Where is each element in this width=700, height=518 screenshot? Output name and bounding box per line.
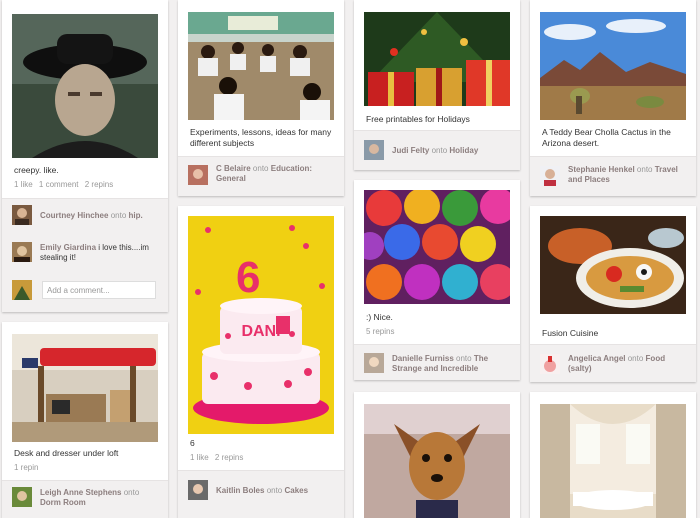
pin-card[interactable]: creepy. like. 1 like 1 comment 2 repins … <box>2 0 168 312</box>
classroom-photo <box>188 12 334 120</box>
onto-label: onto <box>431 146 448 155</box>
pin-image[interactable] <box>12 14 158 158</box>
commenter-name[interactable]: Emily Giardina <box>40 243 96 252</box>
pin-attribution: Courtney Hinchee onto hip. Emily Giardin… <box>2 198 168 312</box>
puppy-photo <box>364 404 510 518</box>
user-name[interactable]: Angelica Angel <box>568 354 626 363</box>
board-name[interactable]: Holiday <box>449 146 478 155</box>
desert-cactus-photo <box>540 12 686 120</box>
pin-description: Fusion Cuisine <box>542 328 599 338</box>
pin-stats: 1 like 1 comment 2 repins <box>14 180 117 189</box>
user-avatar[interactable] <box>364 353 384 373</box>
pin-attribution: Danielle Furniss onto The Strange and In… <box>354 344 520 380</box>
pin-image[interactable] <box>188 12 334 120</box>
cake-name: DANI <box>241 323 280 340</box>
user-name[interactable]: Judi Felty <box>392 146 429 155</box>
onto-label: onto <box>627 354 644 363</box>
user-avatar[interactable] <box>540 166 560 186</box>
pin-card[interactable]: Desk and dresser under loft 1 repin Leig… <box>2 322 168 518</box>
birthday-cake-photo: 6 DANI <box>188 216 334 434</box>
pin-attribution: Kaitlin Boles onto Cakes <box>178 470 344 518</box>
user-name[interactable]: Courtney Hinchee <box>40 211 108 220</box>
pin-card[interactable] <box>354 392 520 518</box>
pin-attribution: Judi Felty onto Holiday <box>354 130 520 170</box>
repin-count[interactable]: 1 repin <box>14 463 38 472</box>
user-name[interactable]: Kaitlin Boles <box>216 486 264 495</box>
board-name[interactable]: hip. <box>129 211 143 220</box>
pin-image[interactable] <box>364 404 510 518</box>
pin-attribution: Stephanie Henkel onto Travel and Places <box>530 156 696 196</box>
repin-count[interactable]: 2 repins <box>215 453 243 462</box>
commenter-avatar[interactable] <box>12 242 32 262</box>
pin-attribution: Leigh Anne Stephens onto Dorm Room <box>2 480 168 518</box>
user-avatar[interactable] <box>12 205 32 225</box>
cake-number: 6 <box>236 253 260 302</box>
user-name[interactable]: Danielle Furniss <box>392 354 454 363</box>
user-name[interactable]: Leigh Anne Stephens <box>40 488 122 497</box>
pin-card[interactable] <box>530 392 696 518</box>
pin-image[interactable] <box>540 12 686 120</box>
pin-description: A Teddy Bear Cholla Cactus in the Arizon… <box>542 127 671 148</box>
onto-label: onto <box>266 486 283 495</box>
user-name[interactable]: Stephanie Henkel <box>568 165 635 174</box>
pin-image[interactable]: 6 DANI <box>188 216 334 434</box>
onto-label: onto <box>110 211 127 220</box>
pin-description: Desk and dresser under loft <box>14 448 119 458</box>
onto-label: onto <box>636 165 653 174</box>
pin-card[interactable]: :) Nice. 5 repins Danielle Furniss onto … <box>354 180 520 380</box>
portrait-photo <box>12 14 158 158</box>
board-name[interactable]: Cakes <box>285 486 309 495</box>
pin-description: creepy. like. <box>14 165 59 175</box>
pin-stats: 1 repin <box>14 463 42 472</box>
user-avatar[interactable] <box>12 487 32 507</box>
pin-attribution: Angelica Angel onto Food (salty) <box>530 344 696 382</box>
like-count[interactable]: 1 like <box>190 453 209 462</box>
onto-label: onto <box>456 354 472 363</box>
like-count[interactable]: 1 like <box>14 180 33 189</box>
pin-description: :) Nice. <box>366 312 393 322</box>
onto-label: onto <box>123 488 140 497</box>
food-plate-photo <box>540 216 686 314</box>
dorm-loft-photo <box>12 334 158 442</box>
repin-count[interactable]: 5 repins <box>366 327 394 336</box>
current-user-avatar <box>12 280 32 300</box>
pin-card[interactable]: Fusion Cuisine Angelica Angel onto Food … <box>530 206 696 382</box>
pin-card[interactable]: Experiments, lessons, ideas for many dif… <box>178 0 344 196</box>
christmas-gifts-photo <box>364 12 510 106</box>
pin-image[interactable] <box>12 334 158 442</box>
pin-image[interactable] <box>364 190 510 304</box>
pin-card[interactable]: 6 DANI 6 1 like 2 repins Kaitlin Boles o… <box>178 206 344 518</box>
user-avatar[interactable] <box>540 354 560 374</box>
pin-stats: 1 like 2 repins <box>190 453 247 462</box>
user-name[interactable]: C Belaire <box>216 164 251 173</box>
pin-card[interactable]: Free printables for Holidays Judi Felty … <box>354 0 520 170</box>
comment: Emily Giardina i love this....im stealin… <box>40 243 162 263</box>
pin-description: Experiments, lessons, ideas for many dif… <box>190 127 332 148</box>
bathroom-photo <box>540 404 686 518</box>
board-name[interactable]: Dorm Room <box>40 498 86 507</box>
comment-count[interactable]: 1 comment <box>39 180 79 189</box>
pin-image[interactable] <box>540 216 686 314</box>
pin-image[interactable] <box>364 12 510 106</box>
rainbow-roses-photo <box>364 190 510 304</box>
onto-label: onto <box>252 164 269 173</box>
user-avatar[interactable] <box>188 165 208 185</box>
pin-stats: 5 repins <box>366 327 398 336</box>
pin-attribution: C Belaire onto Education: General <box>178 156 344 196</box>
user-avatar[interactable] <box>364 140 384 160</box>
pin-description: 6 <box>190 438 195 448</box>
pin-description: Free printables for Holidays <box>366 114 470 124</box>
user-avatar[interactable] <box>188 480 208 500</box>
repin-count[interactable]: 2 repins <box>85 180 113 189</box>
add-comment-input[interactable]: Add a comment... <box>42 281 156 299</box>
pin-image[interactable] <box>540 404 686 518</box>
pin-card[interactable]: A Teddy Bear Cholla Cactus in the Arizon… <box>530 0 696 196</box>
